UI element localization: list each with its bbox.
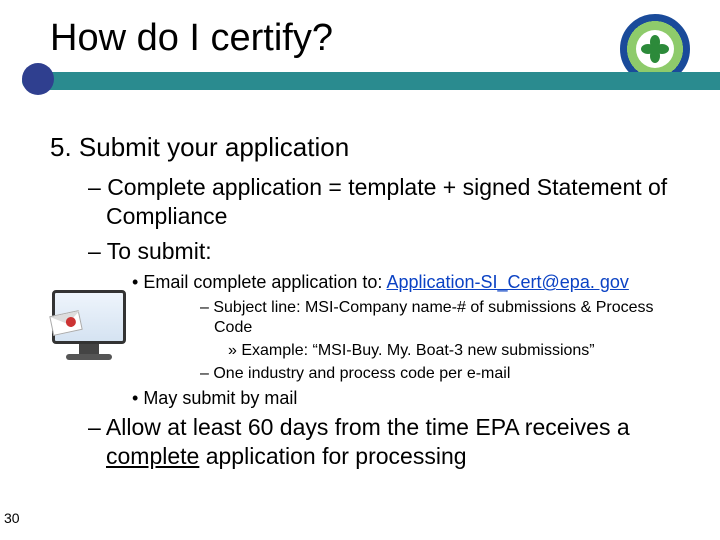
allow-complete: complete bbox=[106, 443, 199, 469]
email-link[interactable]: Application-SI_Cert@epa. gov bbox=[386, 272, 628, 292]
bullet-to-submit: To submit: bbox=[88, 237, 680, 266]
bullet-one-industry: One industry and process code per e-mail bbox=[200, 364, 680, 385]
computer-email-icon bbox=[46, 290, 132, 364]
section-heading: 5. Submit your application bbox=[50, 132, 680, 163]
bullet-allow-60: Allow at least 60 days from the time EPA… bbox=[88, 413, 680, 471]
slide-title: How do I certify? bbox=[50, 18, 333, 60]
bullet-complete-app: Complete application = template + signed… bbox=[88, 173, 680, 231]
bullet-email-prefix: Email complete application to: bbox=[143, 272, 386, 292]
slide: How do I certify? 5. Submit your applica… bbox=[0, 0, 720, 540]
bullet-email: Email complete application to: Applicati… bbox=[132, 271, 680, 294]
page-number: 30 bbox=[4, 510, 20, 526]
accent-stripe bbox=[22, 72, 720, 90]
bullet-example: Example: “MSI-Buy. My. Boat-3 new submis… bbox=[228, 341, 680, 362]
content: 5. Submit your application Complete appl… bbox=[50, 132, 680, 471]
allow-post: application for processing bbox=[199, 443, 466, 469]
bullet-subject-line: Subject line: MSI-Company name-# of subm… bbox=[200, 298, 680, 340]
bullet-mail: May submit by mail bbox=[132, 387, 680, 410]
section-title: Submit your application bbox=[79, 132, 349, 162]
section-number: 5. bbox=[50, 132, 72, 162]
allow-pre: Allow at least 60 days from the time EPA… bbox=[106, 414, 630, 440]
accent-dot bbox=[22, 63, 54, 95]
